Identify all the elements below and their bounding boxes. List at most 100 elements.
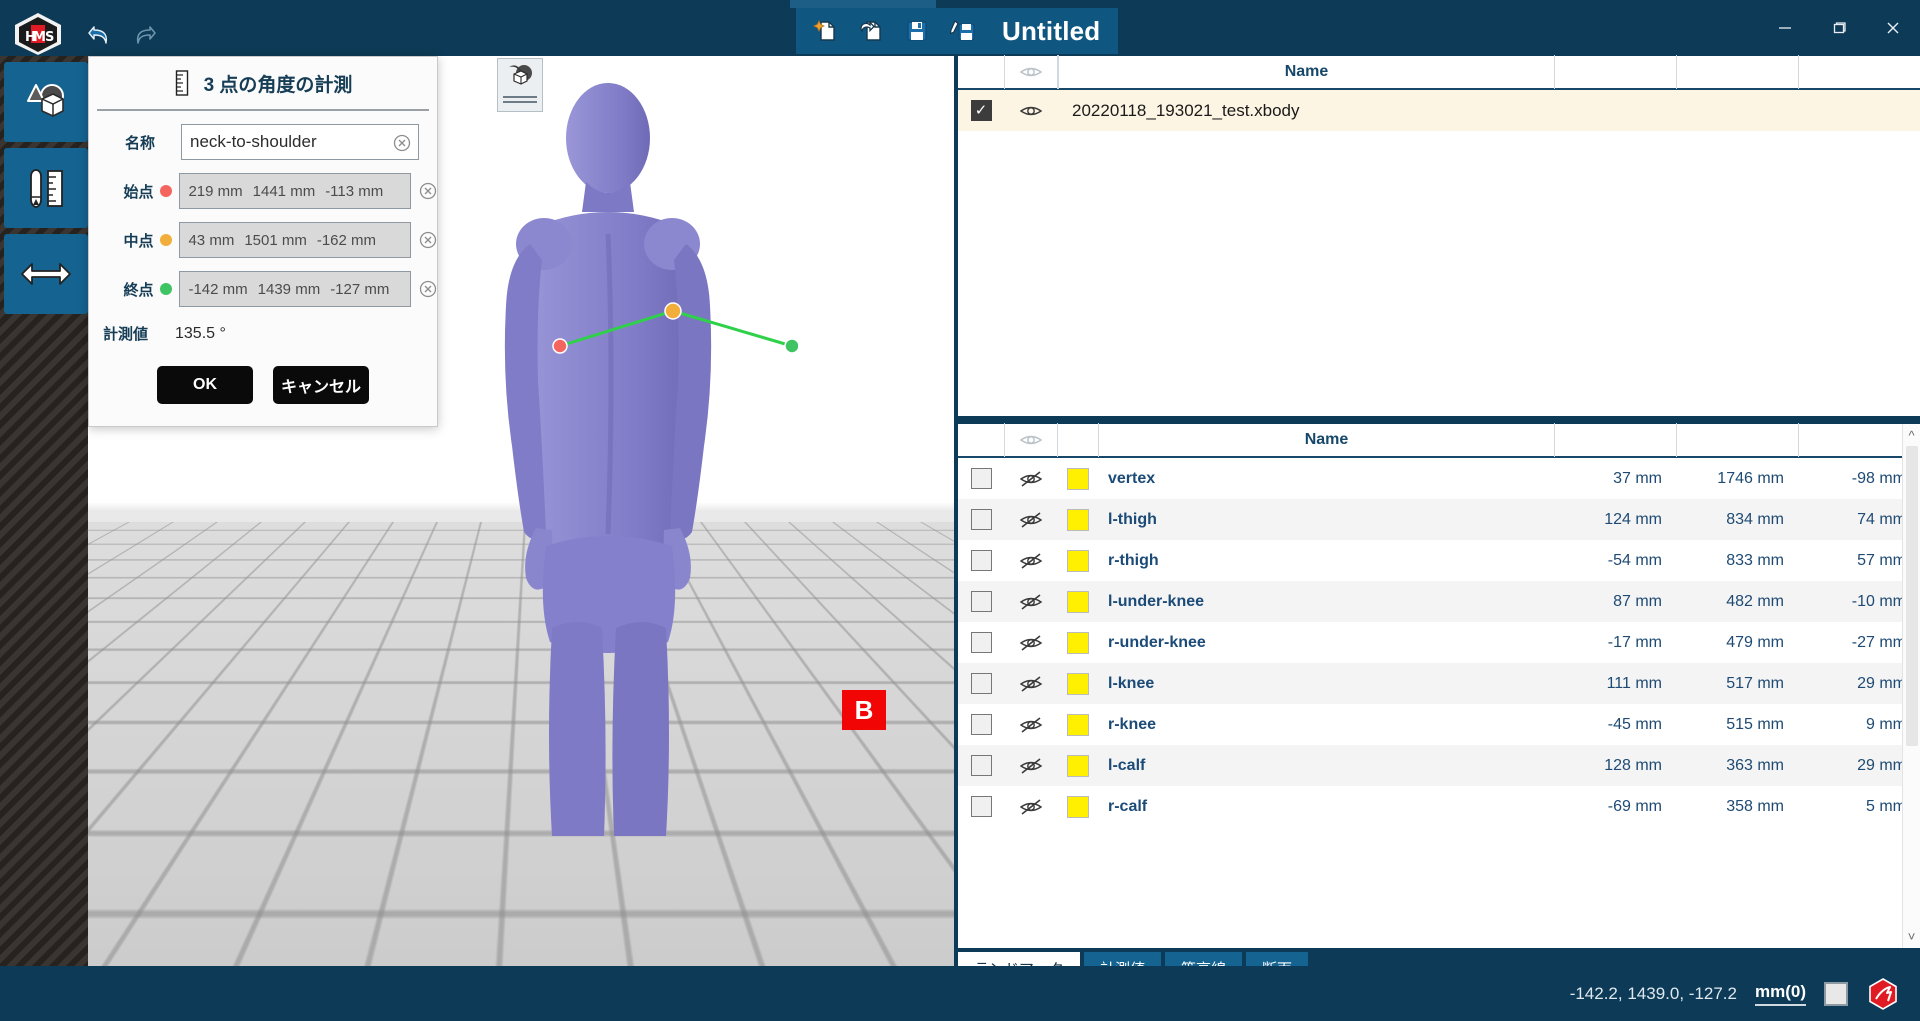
start-point-input[interactable]: 219 mm 1441 mm -113 mm xyxy=(179,173,411,209)
landmark-visibility-toggle[interactable] xyxy=(1004,786,1058,827)
end-point-input[interactable]: -142 mm 1439 mm -127 mm xyxy=(179,271,411,307)
landmark-color-swatch-cell xyxy=(1058,581,1098,622)
status-unit[interactable]: mm(0) xyxy=(1754,982,1806,1006)
viewport-rotate-tool[interactable] xyxy=(497,58,543,112)
scroll-down-arrow[interactable]: ˅ xyxy=(1908,925,1916,948)
eye-icon xyxy=(1019,435,1043,445)
landmark-visibility-toggle[interactable] xyxy=(1004,540,1058,581)
file-header-visibility-icon[interactable] xyxy=(1004,55,1058,89)
clear-mid-point-icon[interactable] xyxy=(419,231,437,249)
landmark-checkbox[interactable] xyxy=(970,468,992,489)
table-row[interactable]: r-calf -69 mm 358 mm 5 mm xyxy=(958,786,1920,827)
landmark-color-swatch[interactable] xyxy=(1067,549,1089,572)
minimize-button[interactable] xyxy=(1758,0,1812,56)
landmark-color-swatch[interactable] xyxy=(1067,795,1089,818)
table-row[interactable]: r-knee -45 mm 515 mm 9 mm xyxy=(958,704,1920,745)
name-dot-spacer xyxy=(162,136,174,148)
landmark-visibility-toggle[interactable] xyxy=(1004,622,1058,663)
landmark-color-swatch[interactable] xyxy=(1067,467,1089,490)
cancel-button[interactable]: キャンセル xyxy=(273,366,369,404)
landmark-header-name[interactable]: Name xyxy=(1098,423,1554,457)
maximize-button[interactable] xyxy=(1812,0,1866,56)
start-y: 1441 mm xyxy=(252,182,316,200)
landmark-visibility-toggle[interactable] xyxy=(1004,458,1058,499)
measurement-name-input[interactable]: neck-to-shoulder xyxy=(181,124,419,160)
save-as-icon[interactable] xyxy=(946,14,980,48)
landmark-visibility-toggle[interactable] xyxy=(1004,663,1058,704)
ok-button[interactable]: OK xyxy=(157,366,253,404)
table-row[interactable]: r-thigh -54 mm 833 mm 57 mm xyxy=(958,540,1920,581)
undo-button[interactable] xyxy=(78,12,122,56)
file-row-checkbox-cell xyxy=(958,90,1004,131)
orientation-badge: B xyxy=(842,690,886,730)
sidebar-item-model-view[interactable] xyxy=(4,62,88,142)
file-header-name[interactable]: Name xyxy=(1058,55,1554,89)
landmark-checkbox[interactable] xyxy=(970,550,992,571)
landmark-name: r-under-knee xyxy=(1108,633,1206,651)
table-row[interactable]: r-under-knee -17 mm 479 mm -27 mm xyxy=(958,622,1920,663)
landmark-visibility-toggle[interactable] xyxy=(1004,704,1058,745)
landmark-checkbox[interactable] xyxy=(970,714,992,735)
landmark-y: 482 mm xyxy=(1726,592,1784,610)
landmark-y: 358 mm xyxy=(1726,797,1784,815)
eye-off-icon xyxy=(1019,511,1043,528)
sidebar-item-measure[interactable] xyxy=(4,148,88,228)
landmark-checkbox[interactable] xyxy=(970,591,992,612)
table-row[interactable]: l-calf 128 mm 363 mm 29 mm xyxy=(958,745,1920,786)
file-list-header: Name xyxy=(958,55,1920,90)
redo-button[interactable] xyxy=(122,12,166,56)
landmark-scrollbar[interactable]: ^ ˅ xyxy=(1902,424,1920,948)
sidebar-item-distance[interactable] xyxy=(4,234,88,314)
window-controls xyxy=(1758,0,1920,56)
landmark-visibility-toggle[interactable] xyxy=(1004,745,1058,786)
landmark-visibility-toggle[interactable] xyxy=(1004,581,1058,622)
scroll-thumb[interactable] xyxy=(1906,446,1918,746)
landmark-color-swatch[interactable] xyxy=(1067,672,1089,695)
ruler-icon xyxy=(175,70,188,96)
landmark-color-swatch[interactable] xyxy=(1067,754,1089,777)
white-square-icon[interactable] xyxy=(1824,981,1848,1006)
scroll-up-arrow[interactable]: ^ xyxy=(1908,424,1914,447)
landmark-color-swatch[interactable] xyxy=(1067,508,1089,531)
clear-name-icon[interactable] xyxy=(393,134,411,152)
landmark-x: 87 mm xyxy=(1613,592,1662,610)
landmark-visibility-toggle[interactable] xyxy=(1004,499,1058,540)
save-icon[interactable] xyxy=(900,14,934,48)
clear-end-point-icon[interactable] xyxy=(419,280,437,298)
table-row[interactable]: l-knee 111 mm 517 mm 29 mm xyxy=(958,663,1920,704)
status-coordinates: -142.2, 1439.0, -127.2 xyxy=(1569,983,1737,1003)
table-row[interactable]: l-thigh 124 mm 834 mm 74 mm xyxy=(958,499,1920,540)
landmark-checkbox[interactable] xyxy=(970,632,992,653)
file-row-checkbox[interactable] xyxy=(970,100,992,121)
landmark-header-visibility-icon[interactable] xyxy=(1004,423,1058,457)
new-file-icon[interactable] xyxy=(808,14,842,48)
landmark-color-swatch[interactable] xyxy=(1067,631,1089,654)
landmark-color-swatch-cell xyxy=(1058,704,1098,745)
landmark-header-swatch xyxy=(1058,423,1098,457)
mid-point-input[interactable]: 43 mm 1501 mm -162 mm xyxy=(179,222,411,258)
landmark-x: 111 mm xyxy=(1606,674,1662,692)
end-point-row: 終点 -142 mm 1439 mm -127 mm xyxy=(89,271,437,307)
file-list-panel: Name 20220118_193021_test.xbody xyxy=(954,55,1920,418)
landmark-checkbox-cell xyxy=(958,499,1004,540)
rotate-view-icon xyxy=(509,65,532,85)
file-row-visibility[interactable] xyxy=(1004,90,1058,131)
table-row[interactable]: vertex 37 mm 1746 mm -98 mm xyxy=(958,458,1920,499)
landmark-checkbox[interactable] xyxy=(970,509,992,530)
landmark-color-swatch[interactable] xyxy=(1067,713,1089,736)
table-row[interactable]: l-under-knee 87 mm 482 mm -10 mm xyxy=(958,581,1920,622)
landmark-checkbox[interactable] xyxy=(970,673,992,694)
end-z: -127 mm xyxy=(330,280,390,298)
landmark-color-swatch[interactable] xyxy=(1067,590,1089,613)
svg-text:S: S xyxy=(45,30,54,45)
landmark-checkbox[interactable] xyxy=(970,796,992,817)
close-button[interactable] xyxy=(1866,0,1920,56)
landmark-checkbox[interactable] xyxy=(970,755,992,776)
open-file-icon[interactable] xyxy=(854,14,888,48)
eye-off-icon xyxy=(1019,593,1043,610)
file-header-col2 xyxy=(1676,55,1798,89)
eye-icon xyxy=(1019,67,1043,77)
table-row[interactable]: 20220118_193021_test.xbody xyxy=(958,90,1920,131)
clear-start-point-icon[interactable] xyxy=(419,182,437,200)
app-hex-logo-icon[interactable] xyxy=(1866,977,1900,1011)
